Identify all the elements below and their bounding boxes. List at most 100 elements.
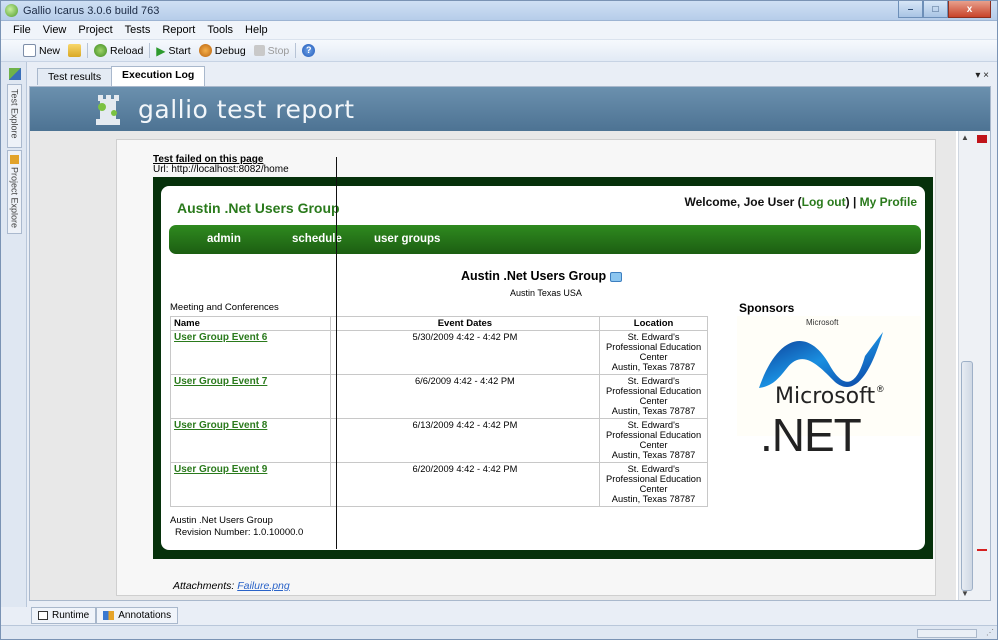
screenshot-rendering-artifact (336, 157, 337, 549)
col-name: Name (170, 316, 331, 331)
event-location: St. Edward's Professional Education Cent… (599, 462, 708, 507)
dock-icon (9, 68, 21, 80)
stop-button[interactable]: Stop (250, 45, 294, 57)
window-title: Gallio Icarus 3.0.6 build 763 (23, 5, 160, 17)
resize-grip-icon[interactable]: ⋰ (986, 628, 994, 637)
error-marker-line[interactable] (977, 549, 987, 551)
site-nav: admin schedule user groups (169, 225, 921, 254)
scroll-up-arrow[interactable]: ▲ (961, 133, 969, 142)
project-explorer-tab[interactable]: Project Explore (7, 150, 22, 234)
menu-tests[interactable]: Tests (119, 24, 157, 36)
location-line: Center (639, 352, 668, 362)
location-line: Center (639, 440, 668, 450)
table-row: User Group Event 8 6/13/2009 4:42 - 4:42… (170, 418, 708, 463)
welcome-prefix: Welcome, Joe User ( (684, 195, 802, 209)
debug-button[interactable]: Debug (195, 44, 250, 57)
location-line: Austin, Texas 78787 (611, 406, 696, 416)
event-date: 6/13/2009 4:42 - 4:42 PM (329, 418, 601, 463)
status-bar: ⋰ (1, 625, 997, 639)
sponsors-heading: Sponsors (739, 301, 795, 315)
menu-bar: File View Project Tests Report Tools Hel… (1, 21, 997, 40)
location-line: Professional Education (606, 430, 702, 440)
event-link: User Group Event 8 (174, 420, 268, 431)
test-explorer-tab[interactable]: Test Explore (7, 84, 22, 148)
test-explorer-label: Test Explore (9, 89, 20, 139)
menu-view[interactable]: View (37, 24, 73, 36)
execution-log-pane: gallio test report Test failed on this p… (29, 86, 991, 601)
event-date: 5/30/2009 4:42 - 4:42 PM (329, 330, 601, 375)
attachment-link[interactable]: Failure.png (237, 580, 290, 592)
tab-test-results[interactable]: Test results (37, 68, 113, 85)
report-title: gallio test report (138, 95, 355, 124)
reload-label: Reload (110, 44, 144, 57)
nav-admin: admin (207, 233, 241, 245)
menu-file[interactable]: File (7, 24, 37, 36)
failure-url: Url: http://localhost:8082/home (153, 164, 289, 175)
logout-link: Log out (801, 195, 846, 209)
title-bar[interactable]: Gallio Icarus 3.0.6 build 763 – □ x (1, 1, 997, 21)
attachments-label: Attachments: (173, 580, 235, 592)
table-row: User Group Event 6 5/30/2009 4:42 - 4:42… (170, 330, 708, 375)
sponsor-microsoft-word: Microsoft (775, 384, 876, 409)
document-tab-row: Test results Execution Log ▾ × (29, 66, 995, 86)
help-icon: ? (302, 44, 316, 57)
location-line: Professional Education (606, 342, 702, 352)
event-location: St. Edward's Professional Education Cent… (599, 330, 708, 375)
stop-label: Stop (267, 44, 290, 57)
vertical-scrollbar[interactable]: ▲ ▼ (958, 131, 990, 600)
nav-schedule: schedule (292, 233, 342, 245)
stop-icon (253, 45, 265, 56)
sponsor-logo: Microsoft Microsoft ® .NET (737, 316, 921, 461)
location-line: St. Edward's (627, 376, 680, 386)
gallio-rook-logo (96, 95, 120, 125)
tab-controls[interactable]: ▾ × (975, 70, 989, 81)
menu-help[interactable]: Help (239, 24, 274, 36)
group-location: Austin Texas USA (510, 288, 582, 298)
annotations-icon (103, 611, 115, 620)
minimize-button[interactable]: – (898, 1, 923, 18)
menu-tools[interactable]: Tools (201, 24, 239, 36)
welcome-line: Welcome, Joe User (Log out) | My Profile (684, 195, 917, 209)
start-button[interactable]: ▶ Start (152, 44, 194, 58)
maximize-button[interactable]: □ (923, 1, 948, 18)
report-panel: Test failed on this page Url: http://loc… (116, 139, 936, 596)
comment-icon (609, 271, 622, 282)
new-button[interactable]: New (19, 44, 64, 57)
tab-execution-log[interactable]: Execution Log (111, 66, 206, 86)
report-body: Test failed on this page Url: http://loc… (30, 131, 956, 600)
play-icon: ▶ (156, 43, 166, 58)
left-dock-strip: Test Explore Project Explore (1, 62, 27, 607)
footer-revision: Revision Number: 1.0.10000.0 (175, 527, 304, 538)
welcome-suffix: ) | (845, 195, 860, 209)
location-line: Professional Education (606, 386, 702, 396)
my-profile-link: My Profile (859, 195, 917, 209)
reload-button[interactable]: Reload (90, 44, 147, 57)
group-title-text: Austin .Net Users Group (461, 269, 607, 283)
reload-icon (94, 44, 108, 57)
error-marker[interactable] (977, 135, 987, 143)
location-line: Austin, Texas 78787 (611, 494, 696, 504)
menu-project[interactable]: Project (72, 24, 118, 36)
table-row: User Group Event 9 6/20/2009 4:42 - 4:42… (170, 462, 708, 507)
open-button[interactable] (64, 44, 85, 57)
toolbar-separator (87, 43, 89, 58)
new-document-icon (23, 44, 36, 57)
tab-runtime[interactable]: Runtime (31, 607, 97, 624)
event-date: 6/20/2009 4:42 - 4:42 PM (329, 462, 601, 507)
location-line: Center (639, 484, 668, 494)
event-link: User Group Event 9 (174, 464, 268, 475)
toolbar: New Reload ▶ Start Debug Stop ? (1, 40, 997, 62)
col-location: Location (599, 316, 708, 331)
menu-report[interactable]: Report (156, 24, 201, 36)
help-button[interactable]: ? (298, 44, 319, 57)
report-banner: gallio test report (30, 87, 990, 131)
close-button[interactable]: x (948, 1, 991, 18)
scroll-thumb[interactable] (961, 361, 973, 591)
attachments-line: Attachments: Failure.png (173, 580, 290, 592)
gallio-app-icon (5, 4, 18, 17)
scroll-down-arrow[interactable]: ▼ (961, 589, 969, 598)
annotations-label: Annotations (118, 610, 172, 621)
tab-annotations[interactable]: Annotations (96, 607, 179, 624)
event-date: 6/6/2009 4:42 - 4:42 PM (329, 374, 601, 419)
screenshot-page: Austin .Net Users Group Welcome, Joe Use… (161, 186, 925, 550)
